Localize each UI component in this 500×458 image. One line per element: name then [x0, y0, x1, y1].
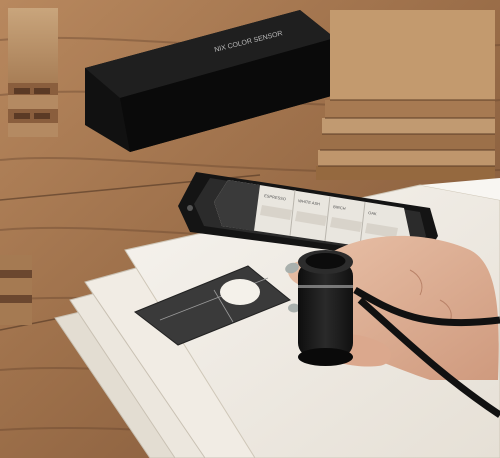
color-sensor-device — [298, 250, 353, 366]
wood-sample-stack-left — [8, 8, 58, 137]
wood-sample-left-edge — [0, 255, 32, 325]
wood-sample-stack-right — [316, 10, 495, 180]
product-photo: NIX COLOR SENSOR ESPRESSO WHITE ASH BIRC… — [0, 0, 500, 458]
card-hole — [220, 279, 260, 305]
photo-canvas: NIX COLOR SENSOR ESPRESSO WHITE ASH BIRC… — [0, 0, 500, 458]
